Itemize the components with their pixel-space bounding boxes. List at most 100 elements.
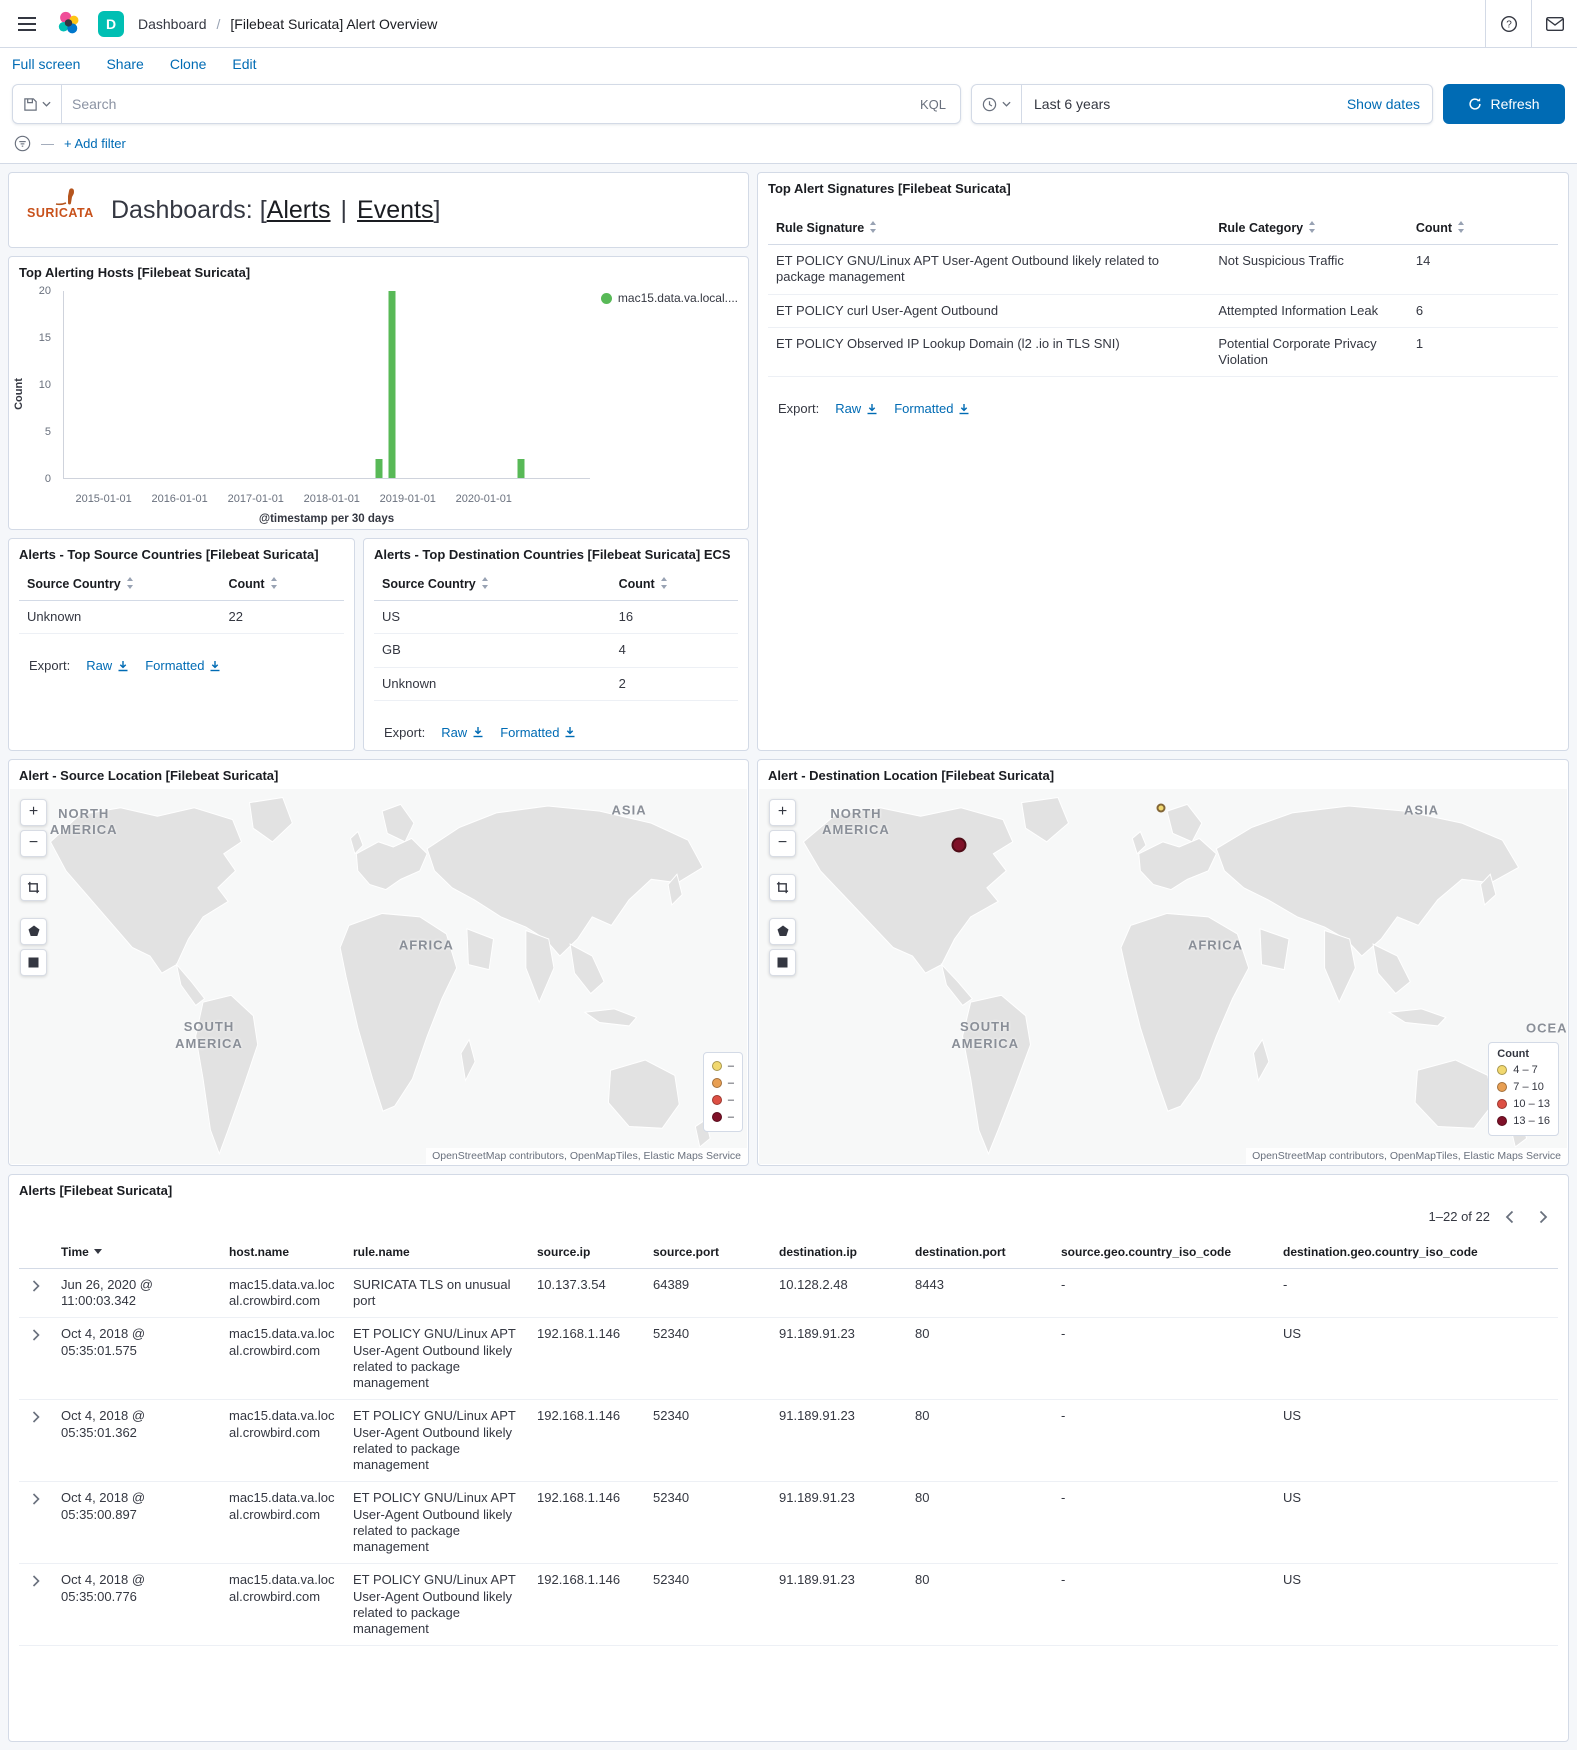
zoom-in-button[interactable]: + [769, 799, 796, 826]
export-label: Export: [384, 725, 425, 740]
map-attribution[interactable]: OpenStreetMap contributors, OpenMapTiles… [1246, 1148, 1567, 1164]
export-raw-link[interactable]: Raw [441, 725, 484, 740]
draw-polygon-icon[interactable] [20, 918, 47, 945]
zoom-out-button[interactable]: − [769, 830, 796, 857]
legend-series-label: mac15.data.va.local.... [618, 291, 738, 305]
export-formatted-link[interactable]: Formatted [500, 725, 576, 740]
map-legend-item: – [712, 1092, 734, 1109]
expand-row-icon[interactable] [27, 1326, 45, 1344]
time-cell: Oct 4, 2018 @ 05:35:00.897 [53, 1482, 221, 1564]
column-header-destination-ip[interactable]: destination.ip [771, 1236, 907, 1269]
fit-bounds-icon[interactable] [20, 874, 47, 901]
destination-ip-cell: 10.128.2.48 [771, 1268, 907, 1318]
export-raw-link[interactable]: Raw [835, 401, 878, 416]
chart-bar[interactable] [388, 291, 395, 478]
count-cell: 16 [611, 601, 738, 634]
refresh-button[interactable]: Refresh [1443, 84, 1565, 124]
panel-source-location-map: Alert - Source Location [Filebeat Surica… [8, 759, 749, 1166]
space-avatar[interactable]: D [98, 11, 124, 37]
expand-row-icon[interactable] [27, 1277, 45, 1295]
expand-row-icon[interactable] [27, 1490, 45, 1508]
column-header-rule-category[interactable]: Rule Category [1210, 212, 1408, 245]
map-legend-item: – [712, 1075, 734, 1092]
zoom-out-button[interactable]: − [20, 830, 47, 857]
previous-page-icon[interactable] [1494, 1204, 1524, 1230]
kql-language-button[interactable]: KQL [906, 97, 960, 112]
chart-legend[interactable]: mac15.data.va.local.... [601, 291, 738, 305]
full-screen-link[interactable]: Full screen [12, 56, 80, 72]
export-formatted-link[interactable]: Formatted [894, 401, 970, 416]
saved-query-menu-button[interactable] [13, 85, 62, 123]
expand-row-icon[interactable] [27, 1572, 45, 1590]
column-header-count[interactable]: Count [611, 568, 738, 601]
fit-bounds-icon[interactable] [769, 874, 796, 901]
time-range-value[interactable]: Last 6 years [1022, 96, 1335, 112]
svg-text:SURICATA: SURICATA [27, 206, 94, 220]
column-header-rule-signature[interactable]: Rule Signature [768, 212, 1210, 245]
map-region-label: NORTH AMERICA [38, 806, 130, 840]
count-cell: 4 [611, 634, 738, 667]
draw-rectangle-icon[interactable] [769, 949, 796, 976]
column-header-source-ip[interactable]: source.ip [529, 1236, 645, 1269]
zoom-in-button[interactable]: + [20, 799, 47, 826]
column-header-source-country[interactable]: Source Country [374, 568, 611, 601]
rule-name-cell: ET POLICY GNU/Linux APT User-Agent Outbo… [345, 1400, 529, 1482]
dashboard-grid: SURICATA Dashboards: [Alerts|Events] Top… [0, 164, 1577, 1750]
draw-polygon-icon[interactable] [769, 918, 796, 945]
hamburger-menu-icon[interactable] [6, 0, 48, 47]
export-label: Export: [29, 658, 70, 673]
edit-link[interactable]: Edit [232, 56, 256, 72]
show-dates-link[interactable]: Show dates [1335, 96, 1432, 112]
elastic-logo[interactable] [48, 0, 90, 47]
newsfeed-mail-icon[interactable] [1531, 0, 1577, 47]
panel-title: Alerts [Filebeat Suricata] [9, 1175, 1568, 1202]
map-marker[interactable] [952, 838, 967, 853]
alerts-dashboard-link[interactable]: Alerts [267, 196, 331, 224]
column-header-rule-name[interactable]: rule.name [345, 1236, 529, 1269]
map-marker[interactable] [1157, 803, 1166, 812]
draw-rectangle-icon[interactable] [20, 949, 47, 976]
column-header-time[interactable]: Time [53, 1236, 221, 1269]
column-header-source-country[interactable]: Source Country [19, 568, 221, 601]
source-map[interactable]: + − –––– OpenStreetMap contributors, Ope… [10, 789, 747, 1164]
export-formatted-link[interactable]: Formatted [145, 658, 221, 673]
panel-dashboards-markdown: SURICATA Dashboards: [Alerts|Events] [8, 172, 749, 248]
column-header-destination-port[interactable]: destination.port [907, 1236, 1053, 1269]
next-page-icon[interactable] [1528, 1204, 1558, 1230]
map-attribution[interactable]: OpenStreetMap contributors, OpenMapTiles… [426, 1148, 747, 1164]
add-filter-link[interactable]: + Add filter [64, 136, 126, 151]
country-cell: US [374, 601, 611, 634]
column-header-source-port[interactable]: source.port [645, 1236, 771, 1269]
chart-bar[interactable] [376, 459, 383, 478]
time-cell: Oct 4, 2018 @ 05:35:01.362 [53, 1400, 221, 1482]
clone-link[interactable]: Clone [170, 56, 207, 72]
help-icon[interactable]: ? [1485, 0, 1531, 47]
source-geo-cell: - [1053, 1482, 1275, 1564]
y-axis-tick: 15 [39, 332, 51, 344]
expand-row-icon[interactable] [27, 1408, 45, 1426]
chart-bar[interactable] [517, 459, 524, 478]
hosts-chart-plot [63, 291, 590, 479]
export-raw-link[interactable]: Raw [86, 658, 129, 673]
column-header-count[interactable]: Count [221, 568, 345, 601]
dashboard-action-menu: Full screen Share Clone Edit [0, 48, 1577, 80]
share-link[interactable]: Share [106, 56, 143, 72]
destination-map[interactable]: + − Count 4 – 77 – 1010 – 1313 – 16 Open… [759, 789, 1567, 1164]
events-dashboard-link[interactable]: Events [357, 196, 433, 224]
search-input[interactable] [62, 96, 906, 112]
markdown-divider: | [341, 196, 348, 224]
legend-color-dot [1497, 1116, 1507, 1126]
header-actions: ? [1485, 0, 1577, 47]
time-picker-quick-menu-button[interactable] [972, 85, 1022, 123]
map-region-label: AFRICA [1188, 938, 1243, 955]
column-header-destination-geo[interactable]: destination.geo.country_iso_code [1275, 1236, 1558, 1269]
legend-color-dot [712, 1095, 722, 1105]
column-header-host-name[interactable]: host.name [221, 1236, 345, 1269]
host-name-cell: mac15.data.va.local.crowbird.com [221, 1564, 345, 1646]
filter-icon[interactable] [14, 135, 31, 152]
breadcrumb-dashboard[interactable]: Dashboard [138, 16, 207, 32]
column-header-source-geo[interactable]: source.geo.country_iso_code [1053, 1236, 1275, 1269]
column-header-count[interactable]: Count [1408, 212, 1558, 245]
hosts-chart: Count 05101520 2015-01-012016-01-012017-… [9, 283, 748, 529]
panel-top-source-countries: Alerts - Top Source Countries [Filebeat … [8, 538, 355, 751]
